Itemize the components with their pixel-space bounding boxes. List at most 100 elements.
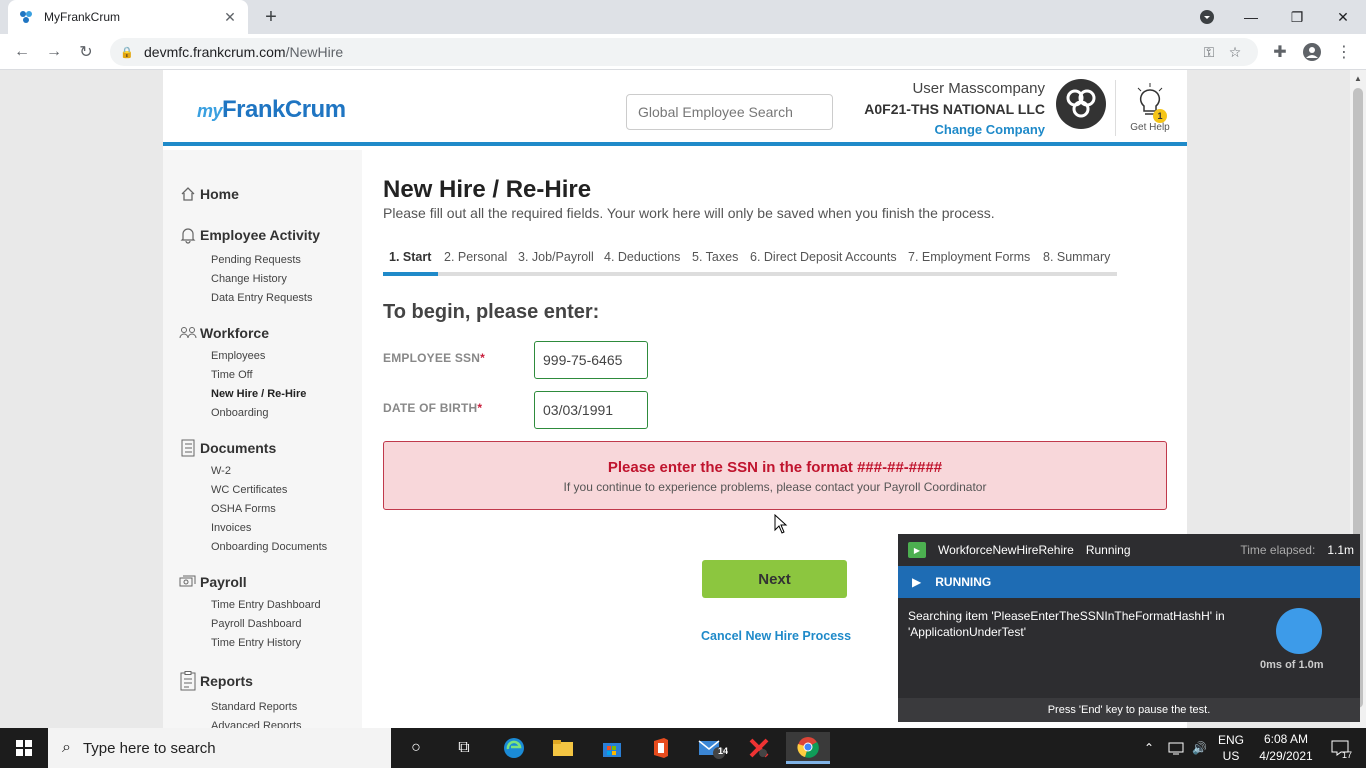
employee-ssn-input[interactable]: 999-75-6465 — [534, 341, 648, 379]
get-help-button[interactable]: 1 Get Help — [1126, 82, 1174, 133]
wizard-steps: 1. Start 2. Personal 3. Job/Payroll 4. D… — [383, 246, 1117, 276]
next-button[interactable]: Next — [702, 560, 847, 598]
forward-icon[interactable]: → — [40, 38, 68, 66]
step-job-payroll[interactable]: 3. Job/Payroll — [518, 250, 594, 264]
page-title: New Hire / Re-Hire — [383, 176, 592, 203]
taskbar-search-input[interactable]: ⌕ Type here to search — [48, 728, 391, 768]
sidebar-item-time-entry-history[interactable]: Time Entry History — [211, 637, 301, 649]
language-indicator[interactable]: ENG US — [1216, 728, 1246, 768]
office-icon[interactable] — [639, 732, 683, 764]
restore-icon[interactable]: ❐ — [1274, 0, 1320, 34]
runner-test-name: WorkforceNewHireRehire — [938, 543, 1074, 557]
sidebar-section-reports[interactable]: Reports — [178, 671, 253, 691]
minimize-icon[interactable]: — — [1228, 0, 1274, 34]
runner-status-bar: ▶ RUNNING — [898, 566, 1360, 598]
sidebar-section-payroll[interactable]: Payroll — [178, 572, 247, 592]
network-icon[interactable] — [1168, 728, 1184, 768]
myfrankcrum-logo[interactable]: myFrankCrum — [197, 96, 346, 124]
sidebar-item-new-hire-re-hire[interactable]: New Hire / Re-Hire — [211, 388, 306, 400]
sidebar-label: Home — [200, 186, 239, 202]
clock-time: 6:08 AM — [1263, 732, 1309, 746]
sidebar-item-time-off[interactable]: Time Off — [211, 369, 253, 381]
document-list-icon — [178, 438, 198, 458]
extensions-icon[interactable]: ✚ — [1266, 38, 1294, 66]
notifications-icon[interactable]: 17 — [1322, 728, 1358, 768]
browser-tab[interactable]: MyFrankCrum ✕ — [8, 0, 248, 34]
windows-start-icon[interactable] — [0, 728, 48, 768]
sidebar-item-employees[interactable]: Employees — [211, 350, 265, 362]
sidebar-item-payroll-dashboard[interactable]: Payroll Dashboard — [211, 618, 302, 630]
sidebar-item-osha-forms[interactable]: OSHA Forms — [211, 503, 276, 515]
error-alert: Please enter the SSN in the format ###-#… — [383, 441, 1167, 510]
logo-my-text: my — [197, 101, 223, 121]
taskbar-search-placeholder: Type here to search — [82, 739, 216, 757]
sidebar-item-wc-certificates[interactable]: WC Certificates — [211, 484, 287, 496]
test-tool-icon[interactable] — [737, 732, 781, 764]
profile-avatar-icon[interactable] — [1298, 38, 1326, 66]
sidebar-item-data-entry-requests[interactable]: Data Entry Requests — [211, 292, 313, 304]
bell-icon — [178, 225, 198, 245]
notifications-badge: 17 — [1342, 750, 1353, 760]
taskbar-clock[interactable]: 6:08 AM 4/29/2021 — [1250, 731, 1322, 765]
sidebar-item-w2[interactable]: W-2 — [211, 465, 231, 477]
sidebar-item-invoices[interactable]: Invoices — [211, 522, 251, 534]
runner-header: ▶ WorkforceNewHireRehire Running Time el… — [898, 534, 1360, 566]
play-icon[interactable]: ▶ — [912, 575, 921, 589]
sidebar-item-time-entry-dashboard[interactable]: Time Entry Dashboard — [211, 599, 321, 611]
scroll-up-icon[interactable]: ▲ — [1350, 70, 1366, 86]
step-taxes[interactable]: 5. Taxes — [692, 250, 738, 264]
sidebar-item-onboarding-documents[interactable]: Onboarding Documents — [211, 541, 327, 553]
change-company-link[interactable]: Change Company — [864, 122, 1045, 137]
step-personal[interactable]: 2. Personal — [444, 250, 507, 264]
url-path: /NewHire — [285, 44, 344, 60]
sidebar-item-change-history[interactable]: Change History — [211, 273, 287, 285]
sidebar: Home Employee Activity Pending Requests … — [163, 150, 362, 728]
window-close-icon[interactable]: ✕ — [1320, 0, 1366, 34]
edge-icon[interactable] — [492, 732, 536, 764]
global-employee-search-input[interactable]: Global Employee Search — [626, 94, 833, 130]
error-alert-message: If you continue to experience problems, … — [563, 480, 987, 494]
bookmark-star-icon[interactable]: ☆ — [1222, 44, 1248, 61]
browser-toolbar: ← → ↻ 🔒 devmfc.frankcrum.com/NewHire ⚿ ☆… — [0, 34, 1366, 70]
runner-banner: RUNNING — [935, 575, 992, 589]
chrome-menu-icon[interactable]: ⋮ — [1330, 38, 1358, 66]
active-step-indicator — [383, 272, 438, 276]
windows-taskbar: ⌕ Type here to search ○ ⧉ 14 ⌃ 🔊 ENG US … — [0, 728, 1366, 768]
sidebar-item-pending-requests[interactable]: Pending Requests — [211, 254, 301, 266]
date-of-birth-input[interactable]: 03/03/1991 — [534, 391, 648, 429]
mail-icon[interactable]: 14 — [690, 732, 734, 764]
sidebar-section-employee-activity[interactable]: Employee Activity — [178, 225, 320, 245]
step-employment-forms[interactable]: 7. Employment Forms — [908, 250, 1030, 264]
file-explorer-icon[interactable] — [541, 732, 585, 764]
sidebar-label: Workforce — [200, 325, 269, 341]
ssn-label-text: EMPLOYEE SSN — [383, 351, 481, 365]
step-summary[interactable]: 8. Summary — [1043, 250, 1110, 264]
sidebar-item-onboarding[interactable]: Onboarding — [211, 407, 269, 419]
sidebar-item-advanced-reports[interactable]: Advanced Reports — [211, 720, 302, 728]
key-icon[interactable]: ⚿ — [1196, 44, 1222, 61]
user-block: User Masscompany A0F21-THS NATIONAL LLC … — [864, 80, 1045, 137]
tab-close-icon[interactable]: ✕ — [222, 9, 238, 25]
company-name: A0F21-THS NATIONAL LLC — [864, 101, 1045, 117]
task-view-icon[interactable]: ⧉ — [442, 732, 486, 764]
store-icon[interactable] — [590, 732, 634, 764]
tray-chevron-icon[interactable]: ⌃ — [1144, 728, 1154, 768]
chrome-icon[interactable] — [786, 732, 830, 764]
volume-icon[interactable]: 🔊 — [1192, 728, 1207, 768]
sidebar-item-standard-reports[interactable]: Standard Reports — [211, 701, 297, 713]
tab-search-icon[interactable] — [1184, 0, 1230, 34]
cancel-new-hire-link[interactable]: Cancel New Hire Process — [701, 629, 851, 643]
new-tab-icon[interactable]: + — [259, 5, 283, 29]
step-direct-deposit[interactable]: 6. Direct Deposit Accounts — [750, 250, 897, 264]
runner-elapsed-label: Time elapsed: — [1240, 543, 1316, 557]
step-start[interactable]: 1. Start — [389, 250, 431, 264]
address-bar[interactable]: 🔒 devmfc.frankcrum.com/NewHire ⚿ ☆ — [110, 38, 1258, 66]
sidebar-section-workforce[interactable]: Workforce — [178, 323, 269, 343]
cortana-icon[interactable]: ○ — [394, 732, 438, 764]
sidebar-item-home[interactable]: Home — [178, 184, 239, 204]
lock-icon: 🔒 — [120, 46, 134, 59]
reload-icon[interactable]: ↻ — [72, 38, 100, 66]
sidebar-section-documents[interactable]: Documents — [178, 438, 276, 458]
step-deductions[interactable]: 4. Deductions — [604, 250, 680, 264]
back-icon[interactable]: ← — [8, 38, 36, 66]
